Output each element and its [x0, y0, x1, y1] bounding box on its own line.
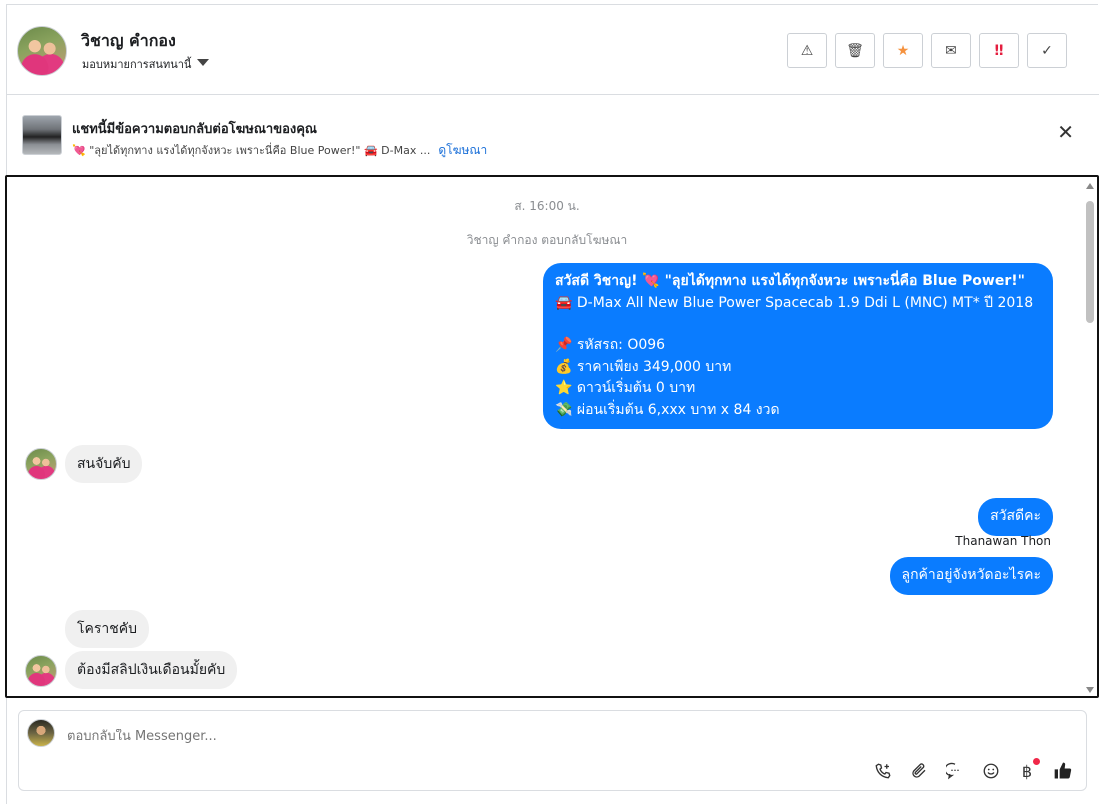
trash-icon: 🗑 — [846, 42, 864, 59]
contact-avatar-small[interactable] — [25, 448, 57, 480]
contact-avatar-small[interactable] — [25, 655, 57, 687]
phone-plus-icon — [875, 763, 891, 779]
saved-reply-button[interactable] — [944, 760, 966, 782]
assign-label: มอบหมายการสนทนานี้ — [82, 58, 192, 71]
close-icon[interactable]: ✕ — [1057, 122, 1074, 142]
contact-name[interactable]: วิชาญ คำกอง — [81, 29, 176, 54]
banner-title: แชทนี้มีข้อความตอบกลับต่อโฆษณาของคุณ — [72, 122, 317, 137]
conversation-panel: วิชาญ คำกอง มอบหมายการสนทนานี้ ⚠ 🗑 ★ ✉ ‼… — [5, 4, 1099, 804]
message-line: ⭐ ดาวน์เริ่มต้น 0 บาท — [555, 380, 696, 396]
message-line: 💰 ราคาเพียง 349,000 บาท — [555, 358, 732, 375]
ad-reply-banner: แชทนี้มีข้อความตอบกลับต่อโฆษณาของคุณ 💘 "… — [7, 96, 1099, 174]
speech-bubble-icon — [946, 762, 959, 780]
follow-up-button[interactable]: ‼ — [979, 33, 1019, 68]
checkmark-icon: ✓ — [1041, 42, 1053, 59]
system-note: วิชาญ คำกอง ตอบกลับโฆษณา — [466, 233, 628, 247]
ad-text: 💘 "ลุยได้ทุกทาง แรงได้ทุกจังหวะ เพราะนี่… — [72, 144, 431, 157]
ad-thumbnail — [22, 115, 62, 155]
incoming-message[interactable]: สนจับคับ — [65, 445, 143, 483]
view-ad-link[interactable]: ดูโฆษณา — [438, 141, 487, 160]
incoming-message[interactable]: โคราชคับ — [65, 610, 150, 648]
message-line: 📌 รหัสรถ: O096 — [555, 337, 666, 353]
payment-button[interactable]: ฿ — [1016, 758, 1040, 782]
assign-conversation-dropdown[interactable]: มอบหมายการสนทนานี้ — [82, 55, 210, 73]
message-line: 🚘 D-Max All New Blue Power Spacecab 1.9 … — [555, 294, 1034, 311]
baht-icon: ฿ — [1021, 761, 1033, 781]
attach-button[interactable] — [908, 760, 930, 782]
scroll-thumb[interactable] — [1086, 201, 1094, 323]
smiley-icon — [983, 763, 999, 779]
delete-button[interactable]: 🗑 — [835, 33, 875, 68]
banner-subtitle: 💘 "ลุยได้ทุกทาง แรงได้ทุกจังหวะ เพราะนี่… — [72, 141, 487, 160]
message-line: 💸 ผ่อนเริ่มต้น 6,xxx บาท x 84 งวด — [555, 401, 780, 418]
report-button[interactable]: ⚠ — [787, 33, 827, 68]
envelope-icon: ✉ — [945, 42, 957, 59]
composer-toolbar: ฿ — [872, 758, 1074, 782]
timestamp: ส. 16:00 น. — [514, 199, 580, 213]
page-avatar — [27, 719, 55, 747]
emoji-button[interactable] — [980, 760, 1002, 782]
call-button[interactable] — [872, 760, 894, 782]
scrollbar[interactable] — [1085, 183, 1095, 693]
message-composer: ฿ — [18, 710, 1087, 791]
mark-unread-button[interactable]: ✉ — [931, 33, 971, 68]
outgoing-message[interactable]: สวัสดีคะ — [978, 498, 1053, 536]
reply-input[interactable] — [67, 729, 967, 744]
message-thread[interactable]: ส. 16:00 น. วิชาญ คำกอง ตอบกลับโฆษณา สวั… — [5, 175, 1099, 698]
incoming-message[interactable]: ต้องมีสลิปเงินเดือนมั้ยคับ — [65, 651, 238, 689]
contact-avatar[interactable] — [17, 26, 67, 76]
like-button[interactable] — [1052, 760, 1074, 782]
sender-name: Thanawan Thon — [955, 534, 1051, 548]
mark-done-button[interactable]: ✓ — [1027, 33, 1067, 68]
paperclip-icon — [912, 763, 926, 778]
star-button[interactable]: ★ — [883, 33, 923, 68]
scroll-down-arrow-icon[interactable] — [1086, 687, 1094, 693]
ad-message-bubble[interactable]: สวัสดี วิชาญ! 💘 "ลุยได้ทุกทาง แรงได้ทุกจ… — [543, 263, 1053, 429]
double-exclamation-icon: ‼ — [994, 42, 1004, 59]
scroll-up-arrow-icon[interactable] — [1086, 183, 1094, 189]
header-actions: ⚠ 🗑 ★ ✉ ‼ ✓ — [787, 33, 1067, 68]
outgoing-message[interactable]: ลูกค้าอยู่จังหวัดอะไรคะ — [889, 557, 1053, 595]
conversation-header: วิชาญ คำกอง มอบหมายการสนทนานี้ ⚠ 🗑 ★ ✉ ‼… — [7, 5, 1099, 95]
notification-dot — [1033, 758, 1040, 765]
caret-down-icon — [197, 59, 210, 66]
warning-icon: ⚠ — [800, 42, 814, 59]
message-line: สวัสดี วิชาญ! 💘 "ลุยได้ทุกทาง แรงได้ทุกจ… — [555, 273, 1025, 289]
star-icon: ★ — [896, 42, 910, 59]
thumbs-up-icon — [1054, 762, 1072, 779]
